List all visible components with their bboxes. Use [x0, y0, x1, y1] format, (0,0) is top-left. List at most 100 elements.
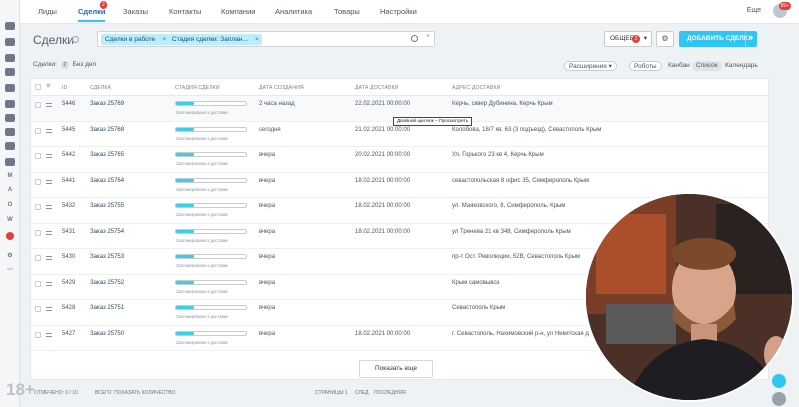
table-row[interactable]: 5441 Заказ 25764 Запланировано к доставке в… [31, 173, 768, 198]
row-menu-icon[interactable] [46, 205, 52, 209]
view-kanban[interactable]: Канбан [664, 61, 694, 71]
add-deal-button[interactable]: ДОБАВИТЬ СДЕЛКУ ▾ [679, 31, 757, 47]
time-icon[interactable] [5, 128, 15, 136]
cell-deal-link[interactable]: Заказ 25753 [90, 254, 124, 260]
tab-contacts[interactable]: Контакты [169, 7, 201, 16]
row-menu-icon[interactable] [46, 307, 52, 311]
sites-icon[interactable] [5, 158, 15, 166]
chevron-down-icon[interactable]: ▾ [745, 31, 757, 47]
drive-icon[interactable] [5, 100, 15, 108]
view-calendar[interactable]: Календарь [721, 61, 762, 71]
select-all-checkbox[interactable] [35, 84, 41, 90]
settings-button[interactable]: ⚙ [656, 31, 674, 47]
row-checkbox[interactable] [35, 204, 41, 210]
row-checkbox[interactable] [35, 280, 41, 287]
column-header-delivery-date[interactable]: ДАТА ДОСТАВКИ [355, 85, 399, 91]
next-page-link[interactable]: СЛЕД. [355, 390, 370, 396]
column-header-created[interactable]: ДАТА СОЗДАНИЯ [259, 85, 304, 91]
row-checkbox[interactable] [35, 127, 41, 134]
column-header-delivery-address[interactable]: АДРЕС ДОСТАВКИ [452, 85, 500, 91]
tasks-icon[interactable] [5, 38, 15, 46]
mail-icon[interactable] [5, 142, 15, 150]
tab-companies[interactable]: Компании [221, 7, 255, 16]
deals-counter[interactable]: 2 [60, 61, 69, 69]
row-checkbox[interactable] [35, 331, 41, 338]
column-header-deal[interactable]: СДЕЛКА [90, 85, 111, 91]
page-number[interactable]: 1 [345, 390, 348, 396]
row-menu-icon[interactable] [46, 281, 52, 286]
extensions-dropdown[interactable]: Расширения ▾ [564, 61, 617, 71]
cart-icon[interactable] [5, 22, 15, 30]
stage-progress-bar[interactable] [175, 152, 247, 157]
onlinestore-icon[interactable]: O [5, 201, 15, 209]
calendar-icon[interactable] [5, 68, 15, 76]
stage-progress-bar[interactable] [175, 126, 247, 132]
row-checkbox[interactable] [35, 178, 41, 185]
grid-settings-icon[interactable]: ⚙ [46, 83, 51, 89]
tab-settings[interactable]: Настройки [380, 7, 417, 16]
cell-deal-link[interactable]: Заказ 25755 [90, 203, 124, 209]
total-count-link[interactable]: ВСЕГО: ПОКАЗАТЬ КОЛИЧЕСТВО [95, 390, 175, 396]
row-checkbox[interactable] [35, 153, 41, 159]
stage-progress-bar[interactable] [175, 177, 247, 183]
filter-search-box[interactable]: Сделки в работе × Стадия сделки: Заплан.… [97, 31, 435, 47]
row-menu-icon[interactable] [46, 230, 52, 235]
view-list[interactable]: Список [692, 61, 722, 71]
row-menu-icon[interactable] [46, 128, 52, 133]
open-lines-icon[interactable] [772, 392, 786, 406]
marketing-icon[interactable]: M [5, 172, 15, 180]
row-checkbox[interactable] [35, 229, 41, 236]
close-icon[interactable]: × [255, 34, 259, 45]
stage-progress-bar[interactable] [175, 228, 247, 234]
tab-products[interactable]: Товары [334, 7, 360, 16]
contacts-icon[interactable] [5, 84, 15, 92]
search-icon[interactable] [411, 35, 418, 42]
row-menu-icon[interactable] [46, 256, 52, 260]
more-menu[interactable]: Еще [747, 7, 761, 14]
tab-leads[interactable]: Лиды [38, 7, 57, 16]
row-menu-icon[interactable] [46, 179, 52, 184]
chat-icon[interactable] [5, 54, 15, 62]
no-activities-filter[interactable]: Без дел [73, 61, 97, 68]
cell-deal-link[interactable]: Заказ 25764 [90, 178, 124, 184]
column-header-id[interactable]: ID [62, 85, 67, 91]
row-menu-icon[interactable] [46, 332, 52, 337]
more-icon[interactable]: ⋯ [5, 266, 15, 274]
settings-icon[interactable]: ⚙ [5, 252, 15, 260]
row-checkbox[interactable] [35, 255, 41, 261]
stage-progress-bar[interactable] [175, 203, 247, 208]
stage-progress-bar[interactable] [175, 305, 247, 310]
row-checkbox[interactable] [35, 102, 41, 108]
cell-deal-link[interactable]: Заказ 25768 [90, 127, 124, 133]
stage-progress-bar[interactable] [175, 101, 247, 106]
chat-bubble-icon[interactable] [772, 374, 786, 388]
title-settings-icon[interactable] [72, 36, 79, 43]
last-page-link[interactable]: ПОСЛЕДНЯЯ [374, 390, 406, 396]
show-more-button[interactable]: Показать еще [359, 360, 433, 378]
robots-button[interactable]: Роботы [629, 61, 662, 71]
workgroups-icon[interactable]: W [5, 216, 15, 224]
close-icon[interactable]: × [162, 34, 166, 45]
stage-progress-bar[interactable] [175, 279, 247, 285]
cell-deal-link[interactable]: Заказ 25754 [90, 229, 124, 235]
marketplace-icon[interactable] [6, 232, 14, 240]
column-header-stage[interactable]: СТАДИЯ СДЕЛКИ [175, 85, 220, 91]
stage-progress-bar[interactable] [175, 330, 247, 336]
filter-chip-in-work[interactable]: Сделки в работе × [101, 34, 170, 45]
cell-deal-link[interactable]: Заказ 25752 [90, 280, 124, 286]
row-menu-icon[interactable] [46, 103, 52, 107]
clear-icon[interactable]: × [426, 33, 430, 40]
crm-icon[interactable] [5, 114, 15, 122]
common-category-button[interactable]: ОБЩЕЕ 2 ▾ [604, 31, 652, 47]
cell-deal-link[interactable]: Заказ 25751 [90, 305, 124, 311]
row-menu-icon[interactable] [46, 154, 52, 158]
analytics-icon[interactable]: A [5, 186, 15, 194]
tab-orders[interactable]: Заказы [123, 7, 148, 16]
cell-deal-link[interactable]: Заказ 25750 [90, 331, 124, 337]
filter-chip-stage[interactable]: Стадия сделки: Заплан... × [168, 34, 262, 45]
table-row[interactable]: 5442 Заказ 25765 Запланировано к доставке в… [31, 147, 768, 173]
cell-deal-link[interactable]: Заказ 25765 [90, 152, 124, 158]
row-checkbox[interactable] [35, 306, 41, 312]
tab-analytics[interactable]: Аналитика [275, 7, 312, 16]
cell-deal-link[interactable]: Заказ 25769 [90, 101, 124, 107]
